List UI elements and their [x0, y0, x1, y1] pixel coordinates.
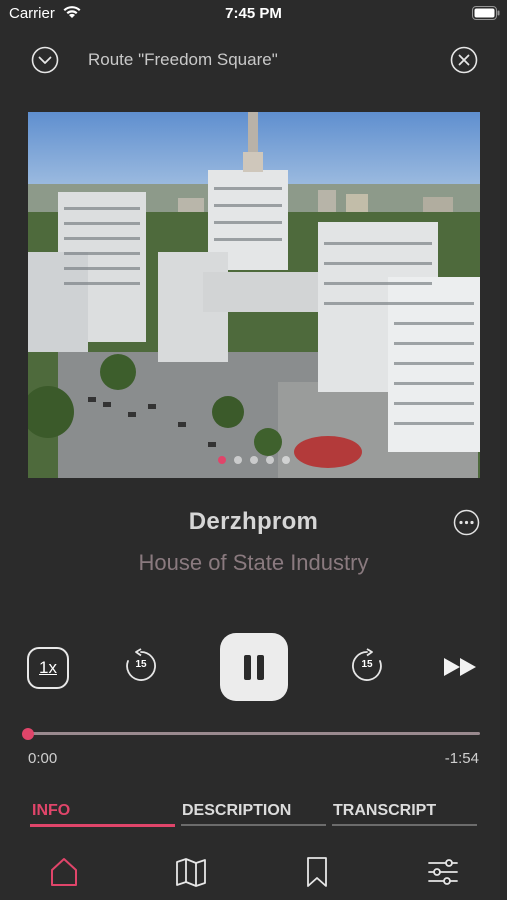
- sliders-icon[interactable]: [423, 852, 463, 892]
- tab-description[interactable]: DESCRIPTION: [182, 802, 291, 820]
- carousel-dot[interactable]: [265, 456, 274, 464]
- building-photo: [28, 112, 480, 478]
- tab-info-indicator: [30, 824, 175, 827]
- battery-icon: [472, 6, 500, 20]
- pause-button[interactable]: [220, 633, 288, 701]
- close-button[interactable]: [450, 46, 478, 74]
- carousel-dot[interactable]: [233, 456, 242, 464]
- collapse-button[interactable]: [31, 46, 59, 74]
- carousel-dot[interactable]: [217, 456, 226, 464]
- pause-icon-right: [257, 655, 264, 680]
- next-track-button[interactable]: [442, 656, 480, 678]
- pause-icon-left: [244, 655, 251, 680]
- carousel-dot[interactable]: [249, 456, 258, 464]
- tab-description-underline: [181, 824, 326, 826]
- forward-seconds: 15: [361, 659, 373, 670]
- status-bar: Carrier 7:45 PM: [0, 0, 507, 30]
- photo-carousel[interactable]: [28, 112, 480, 478]
- track-title: Derzhprom: [188, 508, 319, 535]
- carousel-dots[interactable]: [0, 456, 507, 464]
- bookmark-icon[interactable]: [297, 852, 337, 892]
- clock: 7:45 PM: [225, 5, 282, 22]
- tab-transcript-underline: [332, 824, 477, 826]
- tab-info[interactable]: INFO: [32, 802, 70, 820]
- track-subtitle: House of State Industry: [138, 550, 369, 575]
- progress-knob[interactable]: [22, 728, 34, 740]
- tab-transcript[interactable]: TRANSCRIPT: [333, 802, 436, 820]
- elapsed-time: 0:00: [28, 750, 58, 767]
- rewind-15-button[interactable]: 15: [123, 648, 159, 684]
- home-icon[interactable]: [44, 852, 84, 892]
- more-options-button[interactable]: [453, 509, 480, 536]
- forward-15-button[interactable]: 15: [349, 648, 385, 684]
- playback-speed-button[interactable]: 1x: [27, 647, 69, 689]
- map-icon[interactable]: [171, 852, 211, 892]
- route-title: Route "Freedom Square": [88, 50, 278, 69]
- rewind-seconds: 15: [135, 659, 147, 670]
- carousel-dot[interactable]: [281, 456, 290, 464]
- speed-label: 1x: [39, 658, 57, 677]
- remaining-time: -1:54: [444, 750, 479, 767]
- progress-track[interactable]: [28, 732, 480, 735]
